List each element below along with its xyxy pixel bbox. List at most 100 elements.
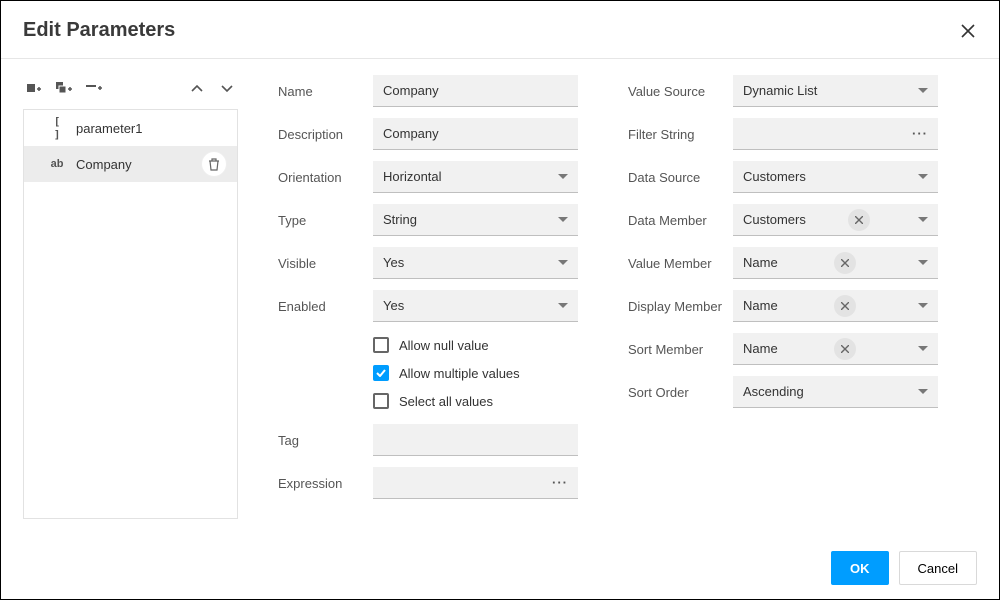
tag-label: Tag [278,433,373,448]
filter-string-label: Filter String [628,127,733,142]
type-value: String [383,212,417,227]
filter-editor-button[interactable]: ··· [912,126,928,141]
move-down-button[interactable] [218,80,236,98]
caret-down-icon [558,174,568,180]
data-source-select[interactable]: Customers [733,161,938,193]
value-member-select[interactable]: Name [733,247,938,279]
trash-icon [208,158,220,171]
allow-null-label: Allow null value [399,338,489,353]
visible-value: Yes [383,255,404,270]
data-source-value: Customers [743,169,806,184]
parameter-list: [ ] parameter1 ab Company [23,109,238,519]
sort-order-value: Ascending [743,384,804,399]
sort-member-value: Name [743,341,778,356]
edit-parameters-dialog: Edit Parameters [0,0,1000,600]
checkbox-group: Allow null value Allow multiple values S… [373,333,578,413]
expression-input[interactable]: ··· [373,467,578,499]
clear-button[interactable] [834,252,856,274]
type-label: Type [278,213,373,228]
dialog-title: Edit Parameters [23,19,175,42]
clear-button[interactable] [834,338,856,360]
ok-button[interactable]: OK [831,551,889,585]
visible-label: Visible [278,256,373,271]
sort-member-select[interactable]: Name [733,333,938,365]
checkbox-icon [373,337,389,353]
sort-member-label: Sort Member [628,342,733,357]
sort-order-select[interactable]: Ascending [733,376,938,408]
clear-button[interactable] [848,209,870,231]
allow-null-checkbox[interactable]: Allow null value [373,337,578,353]
enabled-select[interactable]: Yes [373,290,578,322]
caret-down-icon [918,303,928,309]
caret-down-icon [558,217,568,223]
caret-down-icon [918,260,928,266]
parameter-side-panel: [ ] parameter1 ab Company [23,75,238,519]
x-icon [841,345,849,353]
orientation-label: Orientation [278,170,373,185]
tag-input[interactable] [373,424,578,456]
dialog-body: [ ] parameter1 ab Company Name [1,59,999,519]
caret-down-icon [918,389,928,395]
parameter-item-selected[interactable]: ab Company [24,146,237,182]
value-source-select[interactable]: Dynamic List [733,75,938,107]
side-toolbar [23,75,238,103]
allow-multiple-label: Allow multiple values [399,366,520,381]
dialog-footer: OK Cancel [831,551,977,585]
move-up-button[interactable] [188,80,206,98]
value-member-label: Value Member [628,256,733,271]
parameter-item-label: parameter1 [76,121,227,136]
x-icon [841,302,849,310]
chevron-up-icon [191,85,203,93]
value-member-value: Name [743,255,778,270]
add-separator-icon [86,83,102,95]
filter-string-input[interactable]: ··· [733,118,938,150]
checkbox-checked-icon [373,365,389,381]
caret-down-icon [918,174,928,180]
caret-down-icon [558,260,568,266]
add-group-icon [56,82,72,96]
chevron-down-icon [221,85,233,93]
caret-down-icon [558,303,568,309]
expression-label: Expression [278,476,373,491]
form-left-column: Name Description Orientation Horizontal … [278,75,578,519]
orientation-select[interactable]: Horizontal [373,161,578,193]
add-icon [27,82,41,96]
select-all-checkbox[interactable]: Select all values [373,393,578,409]
visible-select[interactable]: Yes [373,247,578,279]
data-member-select[interactable]: Customers [733,204,938,236]
enabled-label: Enabled [278,299,373,314]
sort-order-label: Sort Order [628,385,733,400]
caret-down-icon [918,88,928,94]
close-button[interactable] [959,22,977,40]
description-input[interactable] [373,118,578,150]
value-source-label: Value Source [628,84,733,99]
close-icon [961,24,975,38]
data-source-label: Data Source [628,170,733,185]
add-group-button[interactable] [55,80,73,98]
type-select[interactable]: String [373,204,578,236]
cancel-button[interactable]: Cancel [899,551,977,585]
data-member-value: Customers [743,212,806,227]
add-separator-button[interactable] [85,80,103,98]
display-member-select[interactable]: Name [733,290,938,322]
description-label: Description [278,127,373,142]
clear-button[interactable] [834,295,856,317]
name-input[interactable] [373,75,578,107]
allow-multiple-checkbox[interactable]: Allow multiple values [373,365,578,381]
x-icon [855,216,863,224]
select-all-label: Select all values [399,394,493,409]
caret-down-icon [918,217,928,223]
add-parameter-button[interactable] [25,80,43,98]
form-right-column: Value Source Dynamic List Filter String … [628,75,938,519]
data-member-label: Data Member [628,213,733,228]
parameter-item-label: Company [76,157,191,172]
form-area: Name Description Orientation Horizontal … [278,75,979,519]
display-member-label: Display Member [628,299,733,314]
param-type-icon: ab [48,158,66,170]
x-icon [841,259,849,267]
titlebar: Edit Parameters [1,1,999,59]
caret-down-icon [918,346,928,352]
expression-editor-button[interactable]: ··· [552,475,568,490]
delete-parameter-button[interactable] [201,151,227,177]
parameter-item[interactable]: [ ] parameter1 [24,110,237,146]
